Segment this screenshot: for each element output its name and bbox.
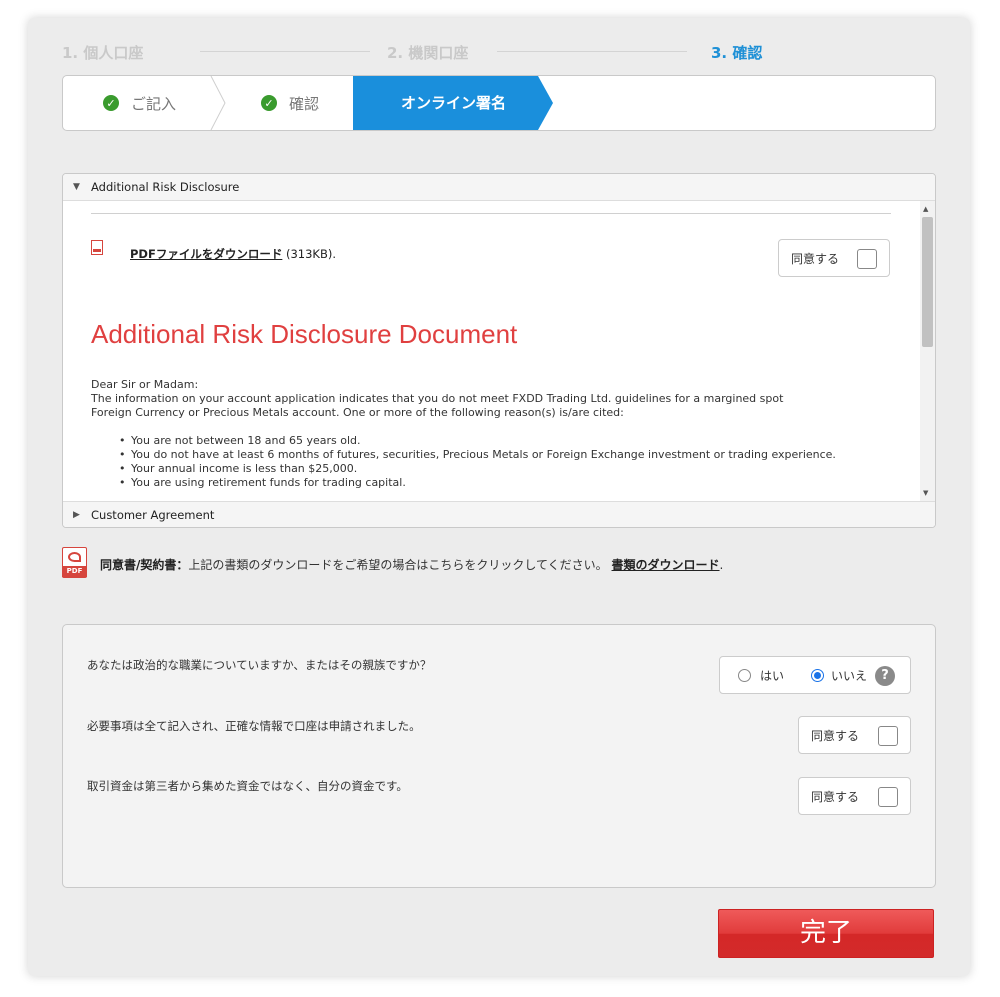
download-documents-link[interactable]: 書類のダウンロード [612,558,720,572]
radio-yes[interactable] [738,669,751,682]
document-intro: Dear Sir or Madam: The information on yo… [91,378,871,420]
substep-fill-label: ご記入 [131,94,177,113]
download-documents-row: 同意書/契約書：上記の書類のダウンロードをご希望の場合はこちらをクリックしてくだ… [100,556,723,573]
agree-label: 同意する [791,251,840,266]
question-political: あなたは政治的な職業についていますか、またはその親族ですか？ [87,658,432,672]
download-suffix: . [719,558,724,572]
substep-confirm-label: 確認 [289,94,320,113]
agree-own-funds-checkbox[interactable] [878,787,898,807]
paragraph-line: Foreign Currency or Precious Metals acco… [91,406,624,419]
step-institutional-account: 2. 機関口座 [387,44,469,62]
download-text: 上記の書類のダウンロードをご希望の場合はこちらをクリックしてください。 [188,558,608,572]
check-icon: ✓ [261,95,277,111]
list-item: Your annual income is less than $25,000. [119,462,836,476]
reasons-list: You are not between 18 and 65 years old.… [119,434,836,490]
radio-no-label: いいえ [831,669,868,683]
documents-accordion: ▼ Additional Risk Disclosure PDFファイルをダウン… [62,173,936,528]
substep-bar: ✓ ご記入 ✓ 確認 オンライン署名 [62,75,936,131]
pdf-file-size: (313KB). [286,247,337,261]
agree-disclosure: 同意する [778,239,890,277]
vertical-scrollbar[interactable]: ▲ ▼ [920,201,935,501]
agree-label: 同意する [811,789,860,804]
download-label: 同意書/契約書： [100,558,189,572]
list-item: You are using retirement funds for tradi… [119,476,836,490]
salutation: Dear Sir or Madam: [91,378,199,391]
document-title: Additional Risk Disclosure Document [91,319,518,349]
substep-fill[interactable]: ✓ ご記入 [103,76,176,130]
complete-button[interactable]: 完了 [718,909,934,958]
question-accurate-info: 必要事項は全て記入され、正確な情報で口座は申請されました。 [87,719,421,733]
substep-confirm[interactable]: ✓ 確認 [261,76,319,130]
scrollbar-thumb[interactable] [922,217,933,347]
pdf-tag: PDF [62,566,87,577]
accordion-header-customer-agreement[interactable]: ▶ Customer Agreement [63,501,935,527]
pdf-file-icon [91,240,103,255]
radio-no[interactable] [811,669,824,682]
agree-disclosure-checkbox[interactable] [857,249,877,269]
scroll-down-icon[interactable]: ▼ [923,489,928,497]
risk-disclosure-content[interactable]: PDFファイルをダウンロード (313KB). 同意する Additional … [63,201,935,501]
step-divider [497,51,687,52]
declarations-panel: あなたは政治的な職業についていますか、またはその親族ですか？ はい いいえ ? … [62,624,936,888]
check-icon: ✓ [103,95,119,111]
step-divider [200,51,370,52]
list-item: You do not have at least 6 months of fut… [119,448,836,462]
question-own-funds: 取引資金は第三者から集めた資金ではなく、自分の資金です。 [87,779,408,793]
accordion-title: Additional Risk Disclosure [91,180,240,194]
political-radio-group: はい いいえ ? [719,656,911,694]
scroll-up-icon[interactable]: ▲ [923,205,928,213]
help-icon[interactable]: ? [875,666,895,686]
pdf-download-row: PDFファイルをダウンロード (313KB). [130,246,336,262]
acrobat-icon [68,552,81,562]
substep-sign-label: オンライン署名 [401,94,507,112]
agree-own-funds: 同意する [798,777,911,815]
caret-right-icon: ▶ [73,510,80,520]
agree-accurate-info-checkbox[interactable] [878,726,898,746]
agree-accurate-info: 同意する [798,716,911,754]
list-item: You are not between 18 and 65 years old. [119,434,836,448]
accordion-title: Customer Agreement [91,508,215,522]
divider [91,213,891,214]
pdf-icon: PDF [62,547,87,578]
accordion-header-risk-disclosure[interactable]: ▼ Additional Risk Disclosure [63,174,935,201]
agree-label: 同意する [811,728,860,743]
paragraph-line: The information on your account applicat… [91,392,784,405]
substep-online-sign: オンライン署名 [353,76,553,130]
step-personal-account: 1. 個人口座 [62,44,144,62]
caret-down-icon: ▼ [73,182,80,192]
step-confirm: 3. 確認 [711,44,763,62]
radio-yes-label: はい [760,669,785,683]
pdf-download-link[interactable]: PDFファイルをダウンロード [130,247,282,261]
